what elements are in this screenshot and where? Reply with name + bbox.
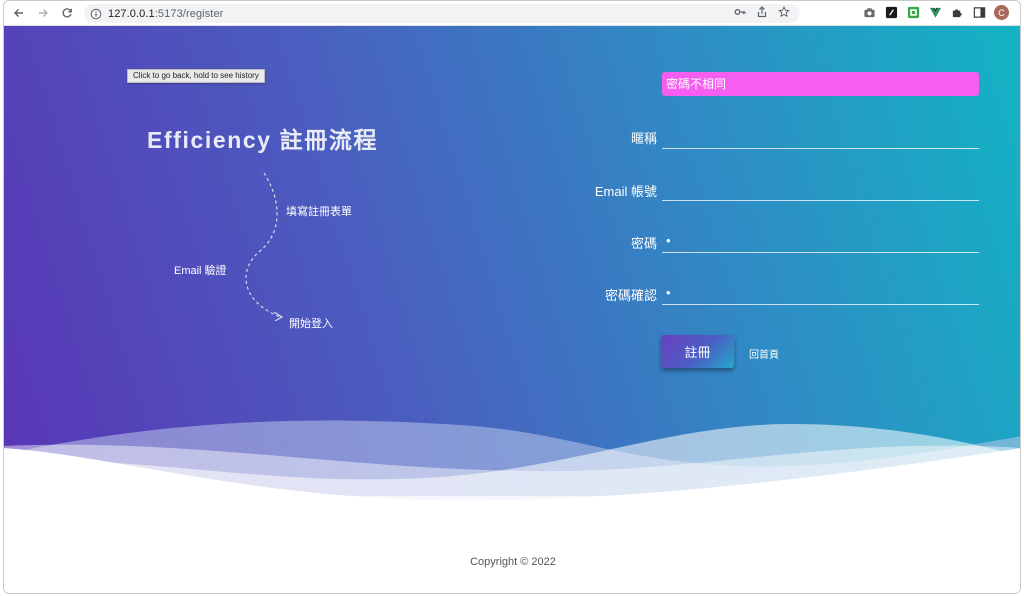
star-icon[interactable] <box>778 6 790 18</box>
reload-button[interactable] <box>58 4 76 22</box>
flow-dashed-path <box>245 172 284 321</box>
confirm-password-label: 密碼確認 <box>604 288 657 303</box>
error-message: 密碼不相同 <box>662 72 979 96</box>
browser-window: 127.0.0.1:5173/register C Click to go ba… <box>3 0 1021 594</box>
camera-icon <box>863 8 875 18</box>
browser-toolbar: 127.0.0.1:5173/register C <box>4 1 1020 26</box>
camera-extension[interactable] <box>862 6 876 20</box>
password-input[interactable] <box>662 229 979 253</box>
key-icon[interactable] <box>734 6 746 18</box>
confirm-password-input[interactable] <box>662 281 979 305</box>
address-bar[interactable]: 127.0.0.1:5173/register <box>84 4 800 23</box>
back-tooltip: Click to go back, hold to see history <box>127 69 265 83</box>
side-panel-icon <box>973 7 985 18</box>
green-extension-icon <box>907 6 919 19</box>
share-icon[interactable] <box>756 6 768 18</box>
flow-step-email-verify: Email 驗證 <box>174 265 227 277</box>
info-icon[interactable] <box>90 8 102 20</box>
email-input[interactable] <box>662 177 979 201</box>
flow-step-start-login: 開始登入 <box>289 318 333 330</box>
nickname-input[interactable] <box>662 125 979 149</box>
password-label: 密碼 <box>630 236 657 251</box>
nickname-label: 暱稱 <box>630 131 657 146</box>
vue-devtools-extension[interactable] <box>928 6 942 20</box>
dark-extension[interactable] <box>884 6 898 20</box>
page-viewport: Click to go back, hold to see history Ef… <box>4 26 1020 593</box>
flow-step-fill-form: 填寫註冊表單 <box>286 206 352 218</box>
page-title: Efficiency 註冊流程 <box>147 127 379 153</box>
arrow-right-icon <box>39 9 48 17</box>
url-host: 127.0.0.1 <box>108 7 155 20</box>
email-label: Email 帳號 <box>594 184 657 199</box>
extensions-puzzle[interactable] <box>950 6 964 20</box>
forward-button[interactable] <box>34 4 52 22</box>
register-button[interactable]: 註冊 <box>661 335 734 368</box>
wave-decoration <box>4 420 1020 536</box>
back-home-link[interactable]: 回首頁 <box>749 346 779 361</box>
arrow-left-icon <box>14 9 23 17</box>
omnibox-actions <box>734 6 790 18</box>
profile-avatar[interactable]: C <box>994 5 1009 20</box>
url-text[interactable]: 127.0.0.1:5173/register <box>108 8 223 20</box>
side-panel-button[interactable] <box>972 6 986 20</box>
copyright-text: Copyright © 2022 <box>470 556 556 568</box>
extensions-bar: C <box>862 5 1009 20</box>
reload-icon <box>62 8 72 18</box>
back-button[interactable] <box>10 4 28 22</box>
dark-extension-icon <box>885 6 897 19</box>
puzzle-icon <box>952 9 962 18</box>
url-path: :5173/register <box>154 7 224 20</box>
green-extension[interactable] <box>906 6 920 20</box>
vue-icon <box>929 7 941 18</box>
